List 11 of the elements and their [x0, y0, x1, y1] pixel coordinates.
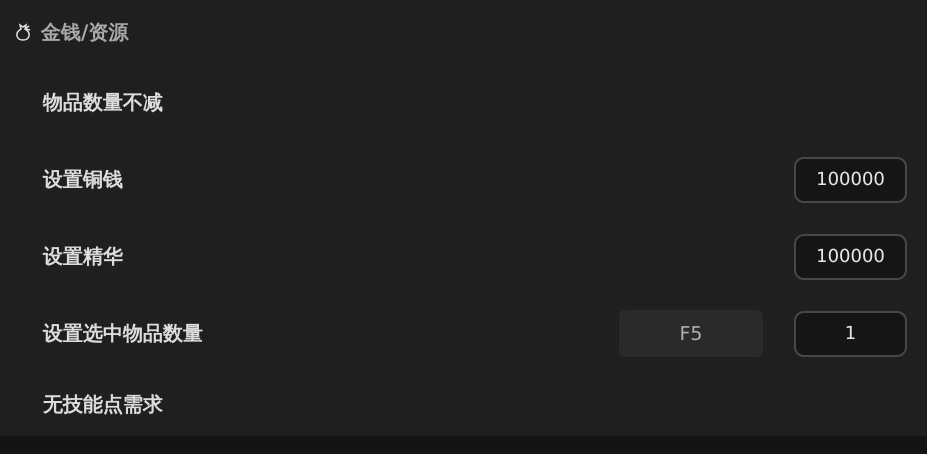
number-field[interactable]: 1 [794, 310, 907, 356]
section-title: 金钱/资源 [41, 18, 128, 46]
number-field[interactable]: 100000 [794, 156, 907, 202]
hotkey-button[interactable]: F5 [619, 310, 763, 357]
setting-label: 无技能点需求 [43, 390, 164, 418]
setting-label: 设置精华 [43, 243, 124, 270]
setting-label: 设置选中物品数量 [43, 320, 204, 347]
setting-label: 设置铜钱 [43, 166, 124, 193]
number-field[interactable]: 100000 [794, 234, 907, 280]
setting-label: 物品数量不减 [43, 89, 164, 116]
money-bag-icon [14, 22, 32, 42]
